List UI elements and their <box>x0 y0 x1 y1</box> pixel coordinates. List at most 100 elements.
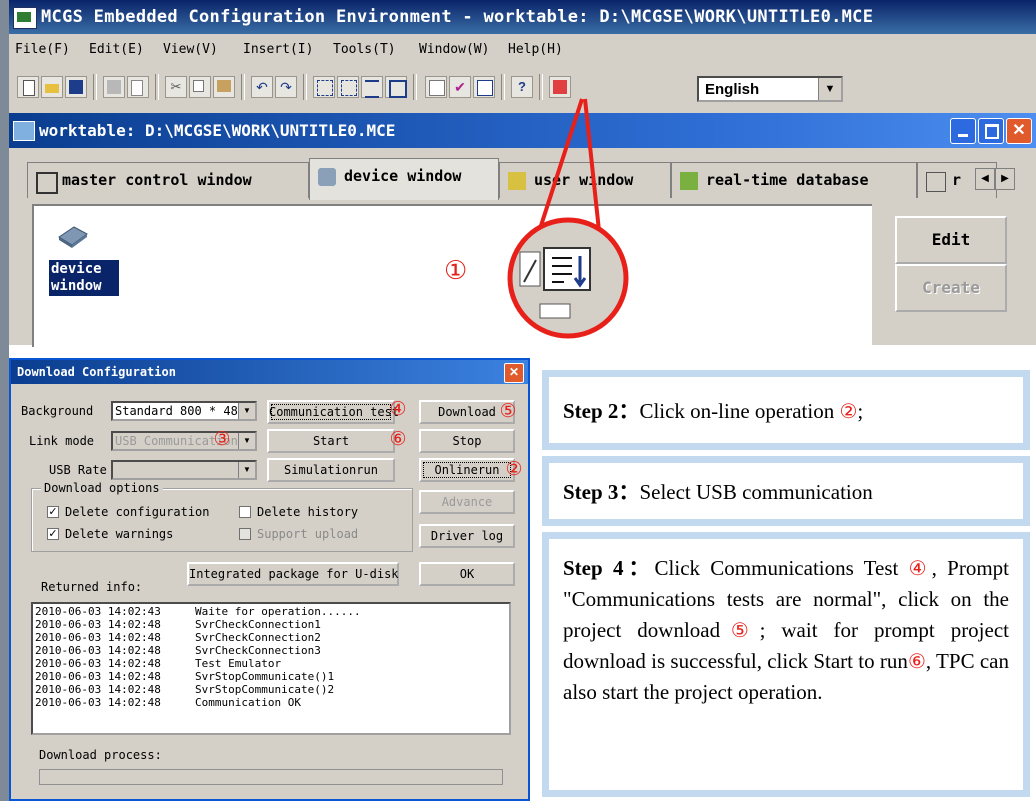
delete-history-checkbox[interactable] <box>239 506 251 518</box>
stop-button[interactable]: Stop <box>419 429 515 453</box>
maximize-button[interactable] <box>978 118 1004 144</box>
download-options-label: Download options <box>41 481 163 495</box>
delete-configuration-label: Delete configuration <box>65 505 210 519</box>
start-button[interactable]: Start <box>267 429 395 453</box>
edit-button[interactable]: Edit <box>895 216 1007 264</box>
user-window-icon <box>508 172 526 190</box>
returned-info-log[interactable]: 2010-06-03 14:02:43 Waite for operation..… <box>31 602 511 735</box>
step-2-label: Step 2 <box>563 399 619 423</box>
device-chip-icon[interactable] <box>56 223 90 249</box>
integrated-package-button[interactable]: Integrated package for U-disk <box>187 562 399 586</box>
undo-icon[interactable]: ↶ <box>251 76 273 98</box>
link-mode-select[interactable]: USB Communication ▼ <box>111 431 257 451</box>
menu-insert[interactable]: Insert(I) <box>243 42 313 57</box>
cut-icon[interactable]: ✂ <box>165 76 187 98</box>
menu-help[interactable]: Help(H) <box>508 42 563 57</box>
step-4-text: Step 4：Click Communications Test ④, Prom… <box>563 556 1010 704</box>
open-folder-icon[interactable] <box>41 76 63 98</box>
log-row: 2010-06-03 14:02:43 Waite for operation..… <box>35 605 361 618</box>
ok-button[interactable]: OK <box>419 562 515 586</box>
step-3-text: Select USB communication <box>639 480 873 504</box>
step-3-label: Step 3 <box>563 480 619 504</box>
worktable-title-bar: worktable: D:\MCGSE\WORK\UNTITLE0.MCE ✕ <box>9 113 1036 148</box>
step-2-marker: ② <box>839 399 858 423</box>
link-mode-label: Link mode <box>29 434 95 448</box>
properties-icon[interactable] <box>425 76 447 98</box>
close-button[interactable]: ✕ <box>1006 118 1032 144</box>
help-pointer-icon[interactable]: ? <box>511 76 533 98</box>
strategy-icon <box>926 172 946 192</box>
menu-file[interactable]: File(F) <box>15 42 70 57</box>
database-icon <box>680 172 698 190</box>
delete-warnings-checkbox[interactable]: ✓ <box>47 528 59 540</box>
align-icon[interactable] <box>313 76 335 98</box>
device-window-label[interactable]: device window <box>49 260 119 296</box>
callout-marker-2: ② <box>505 458 523 480</box>
log-row: 2010-06-03 14:02:48 SvrStopCommunicate()2 <box>35 683 335 696</box>
communication-test-button[interactable]: Communication test <box>267 400 399 424</box>
menu-edit[interactable]: Edit(E) <box>89 42 144 57</box>
tab-device-window[interactable]: device window <box>309 158 499 200</box>
layout-icon[interactable] <box>337 76 359 98</box>
create-button[interactable]: Create <box>895 264 1007 312</box>
callout-marker-3: ③ <box>213 428 231 450</box>
chevron-down-icon[interactable]: ▼ <box>818 78 841 100</box>
returned-info-label: Returned info: <box>41 580 143 594</box>
delete-history-label: Delete history <box>257 505 359 519</box>
step-4-marker-5: ⑤ <box>720 618 760 642</box>
list-view-icon[interactable] <box>361 76 383 98</box>
callout-marker-6: ⑥ <box>389 428 407 450</box>
log-row: 2010-06-03 14:02:48 SvrStopCommunicate()1 <box>35 670 335 683</box>
device-icon <box>318 168 336 186</box>
background-select[interactable]: Standard 800 * 480 ▼ <box>111 401 257 421</box>
save-icon[interactable] <box>65 76 87 98</box>
download-run-icon[interactable] <box>473 76 495 98</box>
log-row: 2010-06-03 14:02:48 Test Emulator <box>35 657 282 670</box>
app-title-bar: MCGS Embedded Configuration Environment … <box>9 0 1036 34</box>
tab-user-window[interactable]: user window <box>499 162 671 198</box>
step-2-text: Click on-line operation <box>639 399 840 423</box>
chevron-down-icon[interactable]: ▼ <box>238 462 255 478</box>
language-select[interactable]: English ▼ <box>697 76 843 102</box>
print-preview-icon[interactable] <box>127 76 149 98</box>
callout-marker-4: ④ <box>389 398 407 420</box>
delete-configuration-checkbox[interactable]: ✓ <box>47 506 59 518</box>
language-value: English <box>705 81 760 98</box>
dialog-close-icon[interactable]: ✕ <box>504 363 524 383</box>
grid-view-icon[interactable] <box>385 76 407 98</box>
dialog-title-bar: Download Configuration ✕ <box>11 360 528 384</box>
copy-icon[interactable] <box>189 76 211 98</box>
callout-marker-5: ⑤ <box>499 400 517 422</box>
chevron-down-icon[interactable]: ▼ <box>238 433 255 449</box>
download-progress-bar <box>39 769 503 785</box>
minimize-button[interactable] <box>950 118 976 144</box>
menu-tools[interactable]: Tools(T) <box>333 42 396 57</box>
tab-real-time-database[interactable]: real-time database <box>671 162 917 198</box>
app-title: MCGS Embedded Configuration Environment … <box>41 7 874 27</box>
language-icon[interactable] <box>549 76 571 98</box>
step-3-box: Step 3：Select USB communication <box>542 456 1030 526</box>
tab-scroll-left-icon[interactable]: ◀ <box>975 168 995 190</box>
check-icon[interactable]: ✔ <box>449 76 471 98</box>
log-row: 2010-06-03 14:02:48 SvrCheckConnection1 <box>35 618 321 631</box>
tab-master-control-window[interactable]: master control window <box>27 162 309 198</box>
paste-icon[interactable] <box>213 76 235 98</box>
menu-view[interactable]: View(V) <box>163 42 218 57</box>
redo-icon[interactable]: ↷ <box>275 76 297 98</box>
advance-button[interactable]: Advance <box>419 490 515 514</box>
usb-rate-select[interactable]: ▼ <box>111 460 257 480</box>
simulationrun-button[interactable]: Simulationrun <box>267 458 395 482</box>
download-configuration-dialog: Download Configuration ✕ Background Stan… <box>9 358 530 801</box>
mcgs-app-icon <box>13 7 37 29</box>
print-icon[interactable] <box>103 76 125 98</box>
delete-warnings-label: Delete warnings <box>65 527 174 541</box>
driver-log-button[interactable]: Driver log <box>419 524 515 548</box>
step-4-marker-6: ⑥ <box>907 649 926 673</box>
tab-scroll-right-icon[interactable]: ▶ <box>995 168 1015 190</box>
new-file-icon[interactable] <box>17 76 39 98</box>
support-upload-checkbox[interactable] <box>239 528 251 540</box>
onlinerun-button[interactable]: Onlinerun <box>419 458 515 482</box>
chevron-down-icon[interactable]: ▼ <box>238 403 255 419</box>
step-4-box: Step 4：Click Communications Test ④, Prom… <box>542 532 1030 797</box>
menu-window[interactable]: Window(W) <box>419 42 489 57</box>
